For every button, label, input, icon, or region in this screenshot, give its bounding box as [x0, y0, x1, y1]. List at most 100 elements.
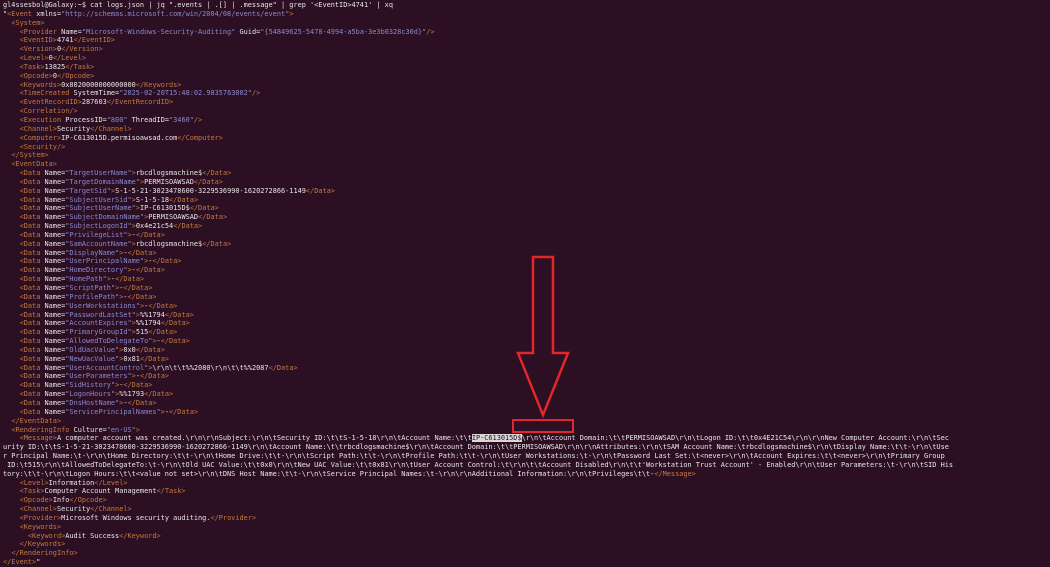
xml-token: "ServicePrincipalNames" [65, 407, 161, 416]
xml-token: Name= [40, 292, 66, 301]
xml-token: "3460" [169, 115, 194, 124]
xml-token: 4741 [56, 36, 74, 45]
xml-token: "800" [106, 115, 128, 124]
xml-token: </Data> [305, 186, 335, 195]
xml-token: </Data> [193, 177, 223, 186]
highlight-box-annotation [512, 419, 574, 433]
output-line: <Data Name="TargetSid">S-1-5-21-30234786… [3, 187, 1047, 196]
xml-token: "SamAccountName" [65, 239, 132, 248]
xml-token: "ProfilePath" [65, 292, 120, 301]
xml-token: <Level> [19, 54, 49, 63]
xml-token: Information [48, 478, 95, 487]
xml-token: Name= [40, 328, 66, 337]
output-line: <System> [3, 19, 1047, 28]
xml-token: IP-C613015D.permisoawsad.com [61, 133, 178, 142]
xml-token: </Data> [202, 169, 232, 178]
output-line: <Correlation/> [3, 107, 1047, 116]
xml-token: > [289, 9, 294, 18]
xml-token: <Computer> [19, 133, 62, 142]
xml-token: S-1-5-18 [135, 195, 170, 204]
output-line: <Channel>Security</Channel> [3, 125, 1047, 134]
xml-token: </Data> [160, 337, 190, 346]
xml-token: </Level> [52, 54, 87, 63]
xml-token: \r\n\t\t%%2080\r\n\t\t%%2087 [152, 363, 269, 372]
xml-token: ID:\t515\r\n\tAllowedToDelegateTo:\t-\r\… [3, 460, 954, 469]
xml-token: "UserPrincipalName" [65, 257, 145, 266]
xml-token: %%1794 [139, 310, 165, 319]
output-line: ID:\t515\r\n\tAllowedToDelegateTo:\t-\r\… [3, 461, 1047, 470]
xml-token: %%1793 [119, 390, 145, 399]
xml-token: </Data> [169, 407, 199, 416]
xml-token: <TimeCreated [19, 89, 70, 98]
xml-token: "PrimaryGroupId" [65, 328, 132, 337]
output-line: r Principal Name:\t-\r\n\tHome Directory… [3, 452, 1047, 461]
output-line: <Data Name="TargetUserName">rbcdlogsmach… [3, 169, 1047, 178]
output-line: <Channel>Security</Channel> [3, 505, 1047, 514]
xml-token: "http://schemas.microsoft.com/win/2004/0… [61, 9, 290, 18]
xml-token: </Data> [148, 328, 178, 337]
output-line: <Computer>IP-C613015D.permisoawsad.com</… [3, 134, 1047, 143]
xml-token: </Data> [152, 257, 182, 266]
xml-token: Info [52, 496, 70, 505]
xml-token: <Data [19, 381, 41, 390]
xml-token: </Task> [156, 487, 186, 496]
xml-token: Name= [40, 381, 66, 390]
xml-token: Name= [40, 372, 66, 381]
xml-token: <Event [7, 9, 33, 18]
xml-token: Name= [40, 213, 66, 222]
xml-token: <Data [19, 284, 41, 292]
xml-token: <Data [19, 177, 41, 186]
xml-token: </Data> [127, 292, 157, 301]
output-line: <Data Name="SubjectLogonId">0x4e21c54</D… [3, 222, 1047, 231]
xml-token: <Task> [19, 62, 45, 71]
xml-token: <Keyword> [27, 531, 66, 540]
output-line: <EventRecordID>287603</EventRecordID> [3, 98, 1047, 107]
xml-token: </Data> [173, 222, 203, 231]
xml-token: "HomeDirectory" [65, 266, 128, 275]
xml-token: <Data [19, 301, 41, 310]
xml-token: ProcessID= [61, 115, 107, 124]
xml-token: Name= [40, 239, 66, 248]
xml-token: " [36, 558, 41, 567]
xml-token: </Data> [123, 381, 153, 390]
output-line: <Keywords> [3, 523, 1047, 532]
xml-token: </Version> [61, 45, 103, 54]
xml-token: > [135, 425, 140, 434]
xml-token: "DnsHostName" [65, 398, 120, 407]
xml-token: "DisplayName" [65, 248, 120, 257]
output-line: <Opcode>Info</Opcode> [3, 496, 1047, 505]
terminal-window[interactable]: gl4ssesbol@Galaxy:~$ cat logs.json | jq … [0, 0, 1050, 566]
xml-token: "en-US" [106, 425, 136, 434]
xml-token: <Provider [19, 27, 57, 36]
xml-token: <Data [19, 275, 41, 284]
xml-token: "SubjectLogonId" [65, 222, 132, 231]
xml-token: "TargetUserName" [65, 169, 132, 178]
xml-token: /> [193, 115, 203, 124]
command-line: gl4ssesbol@Galaxy:~$ cat logs.json | jq … [3, 1, 1047, 10]
xml-token: "TargetSid" [65, 186, 111, 195]
xml-token: urity ID:\t\tS-1-5-21-3023478600-3229536… [3, 443, 949, 452]
xml-token: xmlns= [32, 9, 62, 18]
xml-token: <EventRecordID> [19, 98, 82, 107]
output-line: <Data Name="TargetDomainName">PERMISOAWS… [3, 178, 1047, 187]
xml-token: </Task> [65, 62, 95, 71]
xml-token: </RenderingInfo> [11, 549, 78, 558]
xml-token: <Data [19, 186, 41, 195]
xml-token: </Computer> [177, 133, 223, 142]
xml-token: Name= [40, 363, 66, 372]
xml-token: "PasswordLastSet" [65, 310, 136, 319]
xml-token: </Keywords> [135, 80, 182, 89]
output-line: tory:\t\t-\r\n\tLogon Hours:\t\t<value n… [3, 470, 1047, 479]
xml-token: 515 [135, 328, 149, 337]
xml-token: <Security/> [19, 142, 66, 151]
xml-token: "OldUacValue" [65, 345, 120, 354]
xml-token: </Data> [115, 275, 145, 284]
xml-token: </Data> [268, 363, 298, 372]
output-line: <TimeCreated SystemTime="2025-02-20T15:4… [3, 89, 1047, 98]
xml-token: 0x81 [123, 354, 140, 363]
xml-token: "AllowedToDelegateTo" [65, 337, 153, 346]
xml-token: </Provider> [210, 513, 257, 522]
down-arrow-annotation [516, 255, 570, 419]
output-line: <Execution ProcessID="800" ThreadID="346… [3, 116, 1047, 125]
xml-token: <Opcode> [19, 496, 53, 505]
